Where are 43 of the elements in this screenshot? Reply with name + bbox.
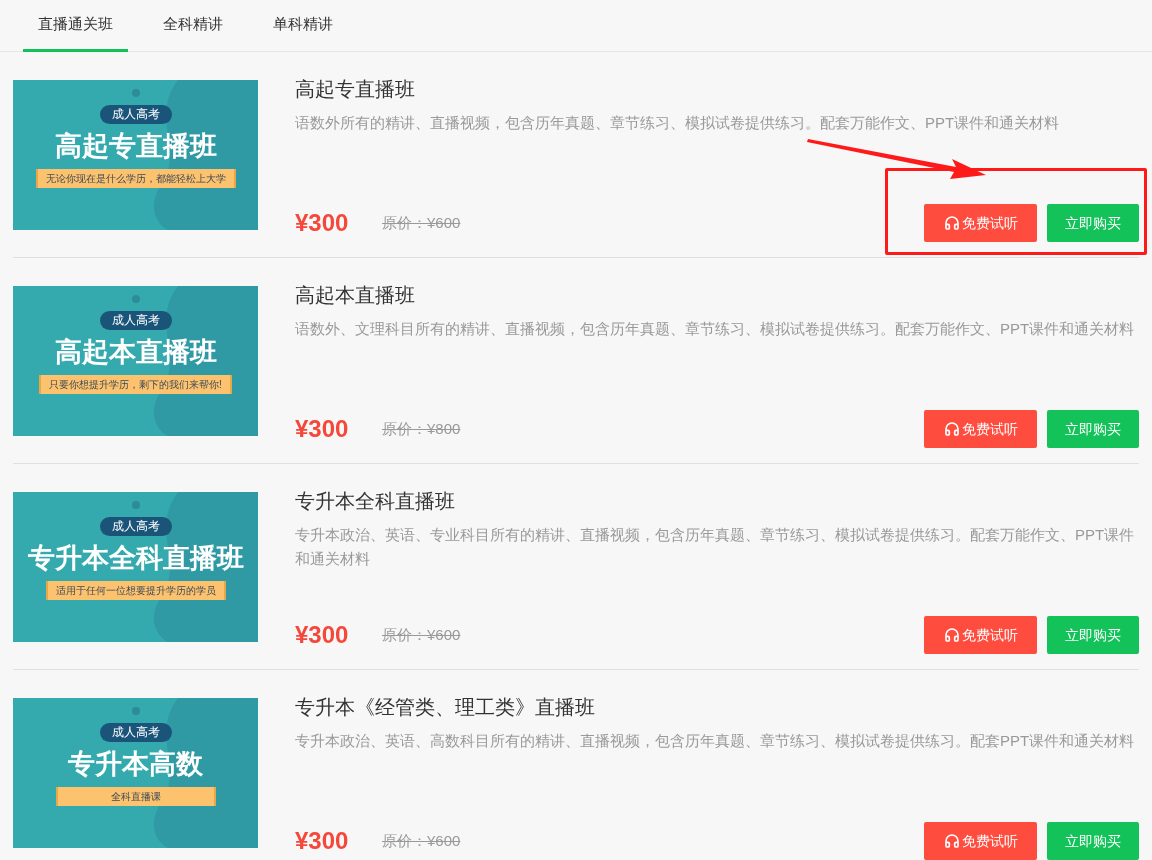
course-title[interactable]: 高起本直播班 <box>295 280 1139 310</box>
course-description: 专升本政治、英语、高数科目所有的精讲、直播视频，包含历年真题、章节练习、模拟试卷提供练习。配套PPT课件和通关材料 <box>295 731 1136 751</box>
price: ¥300 <box>295 414 350 444</box>
free-trial-button[interactable]: 免费试听 <box>924 204 1037 242</box>
course-description: 专升本政治、英语、专业科目所有的精讲、直播视频，包含历年真题、章节练习、模拟试卷提供练习。配套万能作文、PPT课件和通关材料 <box>295 525 1136 569</box>
headphones-icon <box>943 421 960 437</box>
price: ¥300 <box>295 208 350 238</box>
headphones-icon <box>943 215 960 231</box>
original-price: 原价：¥800 <box>382 418 461 439</box>
banner-title: 专升本高数 <box>68 748 203 781</box>
banner-title: 高起本直播班 <box>54 336 217 369</box>
headphones-icon <box>943 627 960 643</box>
buy-now-button[interactable]: 立即购买 <box>1047 410 1139 448</box>
course-description: 语数外所有的精讲、直播视频，包含历年真题、章节练习、模拟试卷提供练习。配套万能作文、PPT课件和通关材料 <box>295 113 1061 133</box>
course-title[interactable]: 专升本全科直播班 <box>295 486 1139 516</box>
banner-title: 专升本全科直播班 <box>27 542 244 575</box>
tab[interactable]: 直播通关班 <box>23 0 128 52</box>
original-price: 原价：¥600 <box>382 624 461 645</box>
original-price: 原价：¥600 <box>382 830 461 851</box>
buy-now-button[interactable]: 立即购买 <box>1047 822 1139 860</box>
banner-badge: 成人高考 <box>99 723 172 742</box>
price: ¥300 <box>295 620 350 650</box>
banner-slogan: 只要你想提升学历，剩下的我们来帮你! <box>39 375 232 394</box>
course-title[interactable]: 专升本《经管类、理工类》直播班 <box>295 692 1139 722</box>
banner-slogan: 全科直播课 <box>55 787 216 806</box>
course-title[interactable]: 高起专直播班 <box>295 74 1139 104</box>
tab[interactable]: 全科精讲 <box>148 0 238 52</box>
banner-badge: 成人高考 <box>99 105 172 124</box>
tab[interactable]: 单科精讲 <box>258 0 348 52</box>
buy-now-button[interactable]: 立即购买 <box>1047 204 1139 242</box>
original-price: 原价：¥600 <box>382 212 461 233</box>
banner-title: 高起专直播班 <box>54 130 217 163</box>
banner-slogan: 无论你现在是什么学历，都能轻松上大学 <box>35 169 236 188</box>
free-trial-button[interactable]: 免费试听 <box>924 822 1037 860</box>
free-trial-button[interactable]: 免费试听 <box>924 410 1037 448</box>
banner-badge: 成人高考 <box>99 311 172 330</box>
buy-now-button[interactable]: 立即购买 <box>1047 616 1139 654</box>
headphones-icon <box>943 833 960 849</box>
course-description: 语数外、文理科目所有的精讲、直播视频，包含历年真题、章节练习、模拟试卷提供练习。配套万能作文、PPT课件和通关材料 <box>295 319 1136 339</box>
price: ¥300 <box>295 826 350 856</box>
banner-slogan: 适用于任何一位想要提升学历的学员 <box>45 581 226 600</box>
banner-badge: 成人高考 <box>99 517 172 536</box>
free-trial-button[interactable]: 免费试听 <box>924 616 1037 654</box>
